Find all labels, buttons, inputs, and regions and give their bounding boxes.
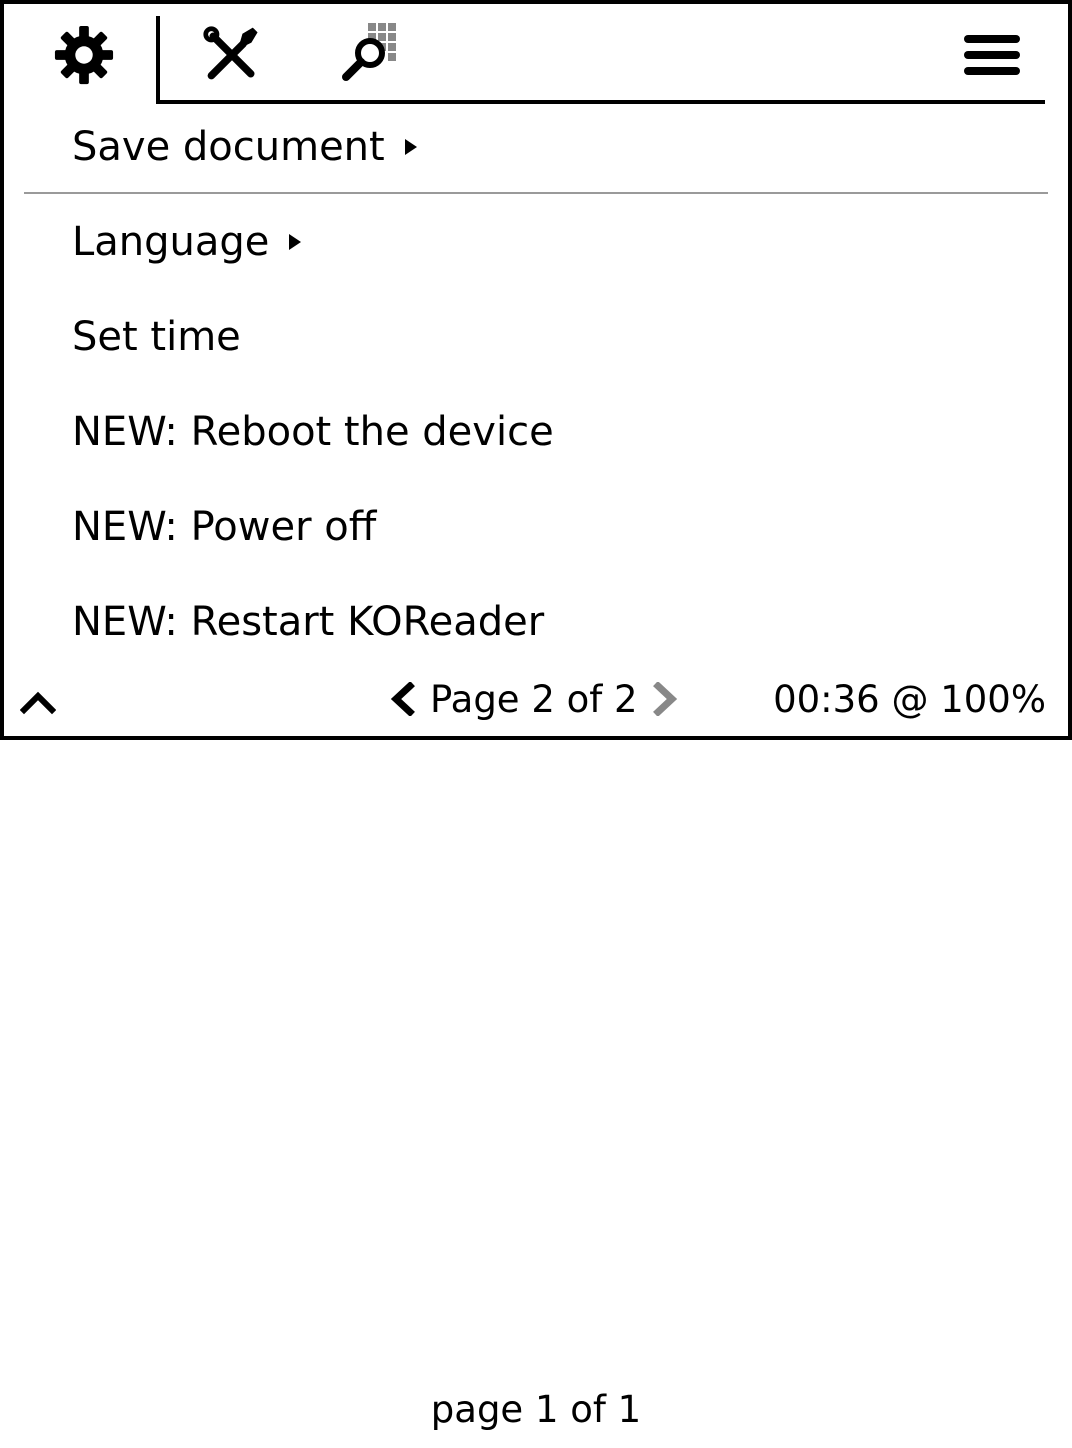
tab-bar [4,4,1068,106]
tab-main-menu[interactable] [932,12,1052,98]
menu-item-label: NEW: Restart KOReader [72,598,545,645]
page-indicator: Page 2 of 2 [430,677,638,721]
prev-page-button[interactable] [384,679,420,719]
gear-icon [54,25,114,85]
submenu-arrow-icon [289,233,302,250]
tab-settings[interactable] [24,12,144,98]
menu-item-save-document[interactable]: Save document [4,99,1068,194]
tools-icon [203,26,258,80]
menu-item-label: NEW: Reboot the device [72,408,554,455]
menu-item-set-time[interactable]: Set time [4,289,1068,384]
menu-item-label: NEW: Power off [72,503,377,550]
clock-battery-status: 00:36 @ 100% [773,677,1046,721]
menu-item-language[interactable]: Language [4,194,1068,289]
menu-item-restart-koreader[interactable]: NEW: Restart KOReader [4,574,1068,669]
pagination: Page 2 of 2 [384,664,684,734]
chevron-up-icon [19,691,57,715]
tab-tools[interactable] [172,12,292,98]
menu-items: Save document Language Set time NEW: Reb… [4,99,1068,669]
menu-footer: Page 2 of 2 00:36 @ 100% [4,664,1068,734]
submenu-arrow-icon [404,138,417,155]
search-icon [342,23,396,81]
next-page-button[interactable] [648,679,684,719]
hamburger-menu-icon [964,35,1020,75]
menu-item-label: Language [72,218,270,265]
menu-item-reboot[interactable]: NEW: Reboot the device [4,384,1068,479]
menu-item-label: Set time [72,313,241,360]
menu-item-power-off[interactable]: NEW: Power off [4,479,1068,574]
tab-search[interactable] [312,12,432,98]
tab-divider [156,16,160,104]
chevron-left-icon [390,682,415,716]
page-footer: page 1 of 1 [430,1388,642,1431]
chevron-right-icon [652,682,677,716]
menu-item-label: Save document [72,123,385,170]
close-menu-button[interactable] [19,682,57,718]
touch-menu: Save document Language Set time NEW: Reb… [0,0,1072,740]
